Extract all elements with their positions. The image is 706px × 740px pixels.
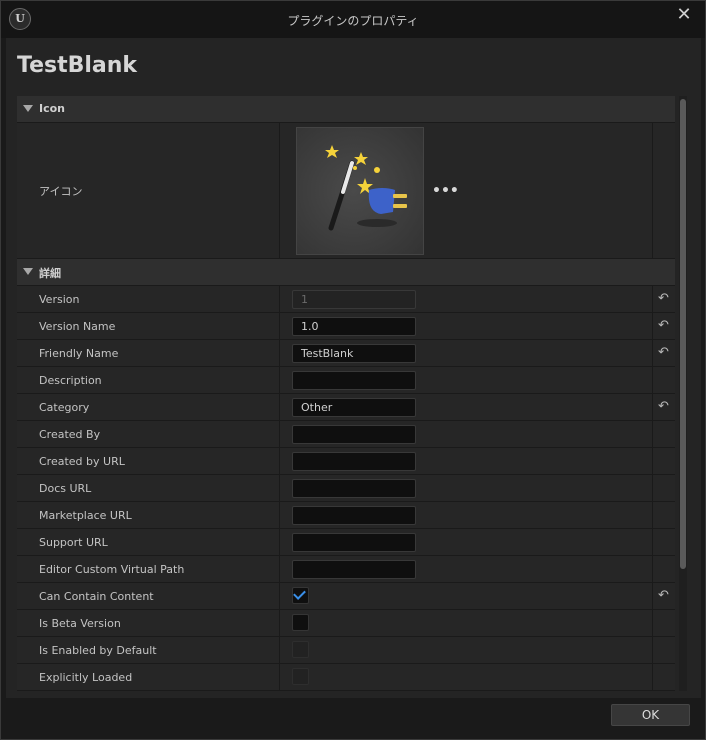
collapse-arrow-icon[interactable] — [23, 268, 33, 275]
property-row: Docs URL — [17, 475, 675, 502]
category-header-icon[interactable]: Icon — [17, 96, 675, 123]
title-bar: U プラグインのプロパティ ✕ — [1, 1, 705, 38]
icon-row-label: アイコン — [39, 185, 83, 198]
property-row: Explicitly Loaded — [17, 664, 675, 691]
property-row: Created By — [17, 421, 675, 448]
property-text-field[interactable] — [292, 533, 416, 552]
property-label: Is Beta Version — [39, 617, 121, 630]
category-label: 詳細 — [39, 267, 61, 280]
property-label: Version — [39, 293, 80, 306]
reset-to-default-icon[interactable]: ↶ — [658, 318, 669, 333]
property-checkbox — [292, 641, 309, 658]
close-icon[interactable]: ✕ — [675, 6, 693, 24]
reset-to-default-icon[interactable]: ↶ — [658, 291, 669, 306]
property-row: Version 1 ↶ — [17, 286, 675, 313]
reset-to-default-icon[interactable]: ↶ — [658, 588, 669, 603]
property-row: Is Enabled by Default — [17, 637, 675, 664]
ok-button[interactable]: OK — [611, 704, 690, 726]
scrollbar-thumb[interactable] — [680, 99, 686, 569]
property-text-field[interactable] — [292, 479, 416, 498]
property-label: Explicitly Loaded — [39, 671, 133, 684]
icon-options-button[interactable]: ••• — [432, 183, 459, 199]
property-text-field: 1 — [292, 290, 416, 309]
property-text-field[interactable]: Other — [292, 398, 416, 417]
property-row: Can Contain Content ↶ — [17, 583, 675, 610]
property-row: Version Name 1.0 ↶ — [17, 313, 675, 340]
property-row: Support URL — [17, 529, 675, 556]
property-text-field[interactable] — [292, 425, 416, 444]
property-checkbox — [292, 668, 309, 685]
plugin-icon-image[interactable] — [296, 127, 424, 255]
property-row: Marketplace URL — [17, 502, 675, 529]
reset-to-default-icon[interactable]: ↶ — [658, 345, 669, 360]
collapse-arrow-icon[interactable] — [23, 105, 33, 112]
property-label: Marketplace URL — [39, 509, 132, 522]
property-row: Friendly Name TestBlank ↶ — [17, 340, 675, 367]
property-label: Can Contain Content — [39, 590, 154, 603]
property-text-field[interactable] — [292, 560, 416, 579]
property-label: Is Enabled by Default — [39, 644, 157, 657]
window-title: プラグインのプロパティ — [287, 14, 419, 28]
property-text-field[interactable] — [292, 452, 416, 471]
plugin-properties-window: U プラグインのプロパティ ✕ TestBlank Icon アイコン ••• … — [0, 0, 706, 740]
property-label: Support URL — [39, 536, 108, 549]
property-label: Description — [39, 374, 102, 387]
property-row: Category Other ↶ — [17, 394, 675, 421]
property-text-field[interactable]: 1.0 — [292, 317, 416, 336]
checkmark-icon — [293, 587, 306, 600]
property-label: Friendly Name — [39, 347, 119, 360]
property-checkbox[interactable] — [292, 587, 309, 604]
property-row: Created by URL — [17, 448, 675, 475]
property-label: Editor Custom Virtual Path — [39, 563, 185, 576]
property-label: Created By — [39, 428, 101, 441]
property-label: Category — [39, 401, 90, 414]
property-row: Is Beta Version — [17, 610, 675, 637]
property-label: Version Name — [39, 320, 116, 333]
property-label: Created by URL — [39, 455, 125, 468]
dialog-content: TestBlank Icon アイコン ••• 詳細 Version 1 ↶ V… — [6, 38, 701, 698]
property-text-field[interactable]: TestBlank — [292, 344, 416, 363]
property-row: Editor Custom Virtual Path — [17, 556, 675, 583]
property-row: Description — [17, 367, 675, 394]
icon-row: アイコン ••• — [17, 123, 675, 259]
property-checkbox[interactable] — [292, 614, 309, 631]
magic-wand-plug-icon — [325, 145, 407, 231]
category-header-details[interactable]: 詳細 — [17, 259, 675, 286]
property-label: Docs URL — [39, 482, 92, 495]
property-text-field[interactable] — [292, 506, 416, 525]
plugin-name-heading: TestBlank — [17, 53, 138, 78]
category-label: Icon — [39, 102, 66, 115]
reset-to-default-icon[interactable]: ↶ — [658, 399, 669, 414]
property-text-field[interactable] — [292, 371, 416, 390]
details-panel: Icon アイコン ••• 詳細 Version 1 ↶ Version Nam… — [17, 96, 675, 691]
